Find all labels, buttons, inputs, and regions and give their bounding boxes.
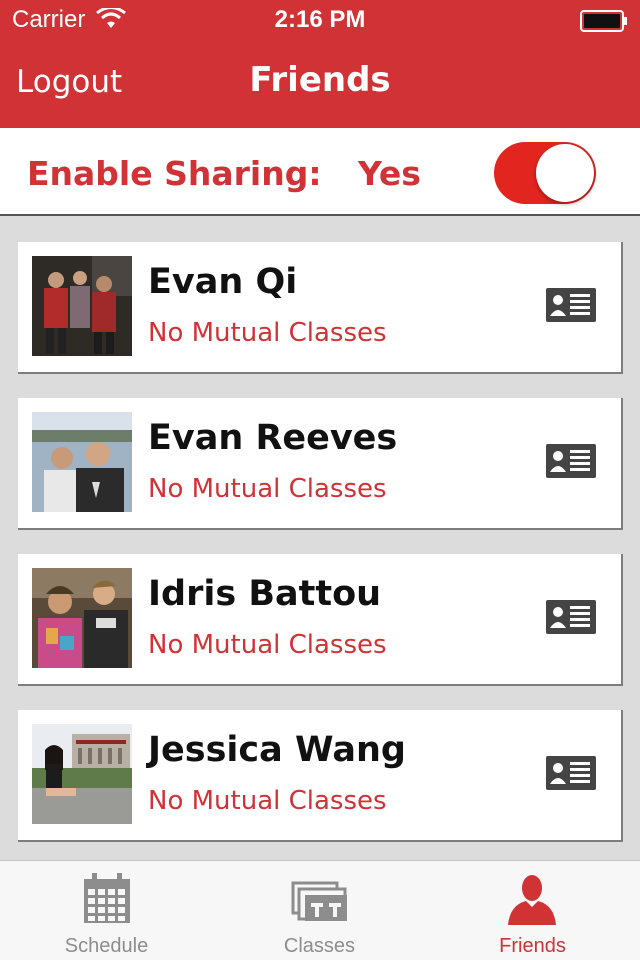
mutual-classes-label: No Mutual Classes [148,786,387,816]
mutual-classes-label: No Mutual Classes [148,630,387,660]
sharing-value: Yes [358,154,421,193]
friend-name: Evan Qi [148,262,298,302]
tab-schedule[interactable]: Schedule [0,861,213,960]
avatar [32,412,132,512]
friend-name: Jessica Wang [148,730,406,770]
friend-card-evan-qi[interactable]: Evan Qi No Mutual Classes [18,242,623,374]
status-time: 2:16 PM [274,6,366,33]
mutual-classes-label: No Mutual Classes [148,318,387,348]
avatar [32,568,132,668]
avatar [32,256,132,356]
person-icon [508,875,556,925]
page-title: Friends [249,60,391,100]
sharing-toggle[interactable] [494,142,596,204]
toggle-knob[interactable] [536,144,594,202]
friend-card-evan-reeves[interactable]: Evan Reeves No Mutual Classes [18,398,623,530]
avatar [32,724,132,824]
friend-card-jessica-wang[interactable]: Jessica Wang No Mutual Classes [18,710,623,842]
status-bar: Carrier 2:16 PM [0,0,640,40]
contact-card-icon[interactable] [546,756,596,790]
classes-icon [291,881,347,921]
battery-icon [580,10,627,32]
contact-card-icon[interactable] [546,288,596,322]
friends-list: Evan Qi No Mutual Classes Evan Reeves No… [0,218,640,860]
header: Carrier 2:16 PM Logout Friends [0,0,640,128]
friend-name: Evan Reeves [148,418,398,458]
contact-card-icon[interactable] [546,444,596,478]
tab-classes[interactable]: Classes [213,861,426,960]
tab-label: Classes [283,935,356,957]
friend-card-idris-battou[interactable]: Idris Battou No Mutual Classes [18,554,623,686]
calendar-icon [84,873,130,923]
friend-name: Idris Battou [148,574,382,614]
sharing-label: Enable Sharing: [27,154,322,193]
contact-card-icon[interactable] [546,600,596,634]
tab-bar: Schedule Classes Friends [0,860,640,960]
tab-friends[interactable]: Friends [426,861,639,960]
tab-label: Friends [499,935,566,957]
navigation-bar: Logout Friends [0,40,640,128]
mutual-classes-label: No Mutual Classes [148,474,387,504]
tab-label: Schedule [64,935,149,957]
sharing-row: Enable Sharing: Yes [0,128,640,216]
